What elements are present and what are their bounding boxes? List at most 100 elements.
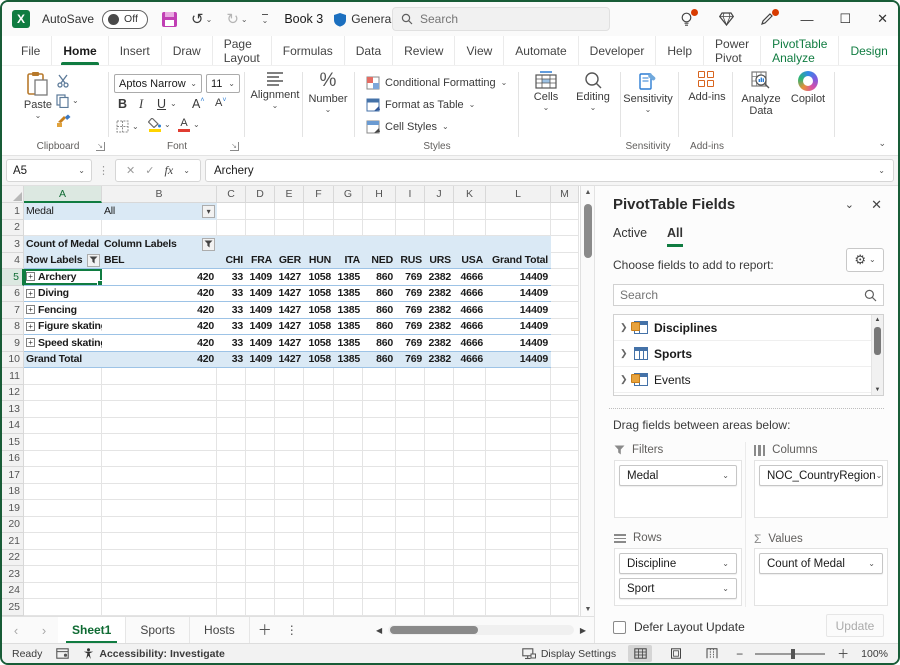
- zoom-in-button[interactable]: ＋: [837, 645, 849, 662]
- cell-F13[interactable]: [304, 401, 334, 418]
- undo-button[interactable]: ↺⌄: [191, 10, 212, 28]
- values-area-box[interactable]: Count of Medal⌄: [754, 548, 888, 606]
- cell-J21[interactable]: [425, 533, 454, 550]
- cell-A24[interactable]: [24, 583, 102, 600]
- zoom-slider-thumb[interactable]: [791, 649, 795, 659]
- cell-D8[interactable]: 1409: [246, 319, 275, 336]
- cell-A6[interactable]: +Diving: [24, 286, 102, 303]
- cell-B5[interactable]: 420: [102, 269, 217, 286]
- field-expand-chevron-icon[interactable]: ❯: [620, 374, 628, 385]
- cells-button[interactable]: Cells ⌄: [526, 71, 566, 111]
- new-sheet-button[interactable]: ＋: [250, 617, 280, 643]
- editing-button[interactable]: Editing ⌄: [570, 71, 616, 111]
- sheet-tab-hosts[interactable]: Hosts: [190, 617, 250, 643]
- cell-F16[interactable]: [304, 451, 334, 468]
- cell-I19[interactable]: [396, 500, 425, 517]
- pane-close-icon[interactable]: ✕: [871, 197, 882, 213]
- cell-G5[interactable]: 1385: [334, 269, 363, 286]
- cell-F25[interactable]: [304, 599, 334, 616]
- cell-B6[interactable]: 420: [102, 286, 217, 303]
- field-list-scrollbar[interactable]: ▲ ▼: [871, 315, 883, 395]
- cell-F1[interactable]: [304, 203, 334, 220]
- cell-J14[interactable]: [425, 418, 454, 435]
- cell-L17[interactable]: [486, 467, 551, 484]
- cell-G2[interactable]: [334, 220, 363, 237]
- chip-chevron-icon[interactable]: ⌄: [868, 561, 875, 567]
- addins-button[interactable]: Add-ins: [686, 71, 728, 103]
- analyze-data-button[interactable]: Analyze Data: [738, 71, 784, 117]
- expand-formula-bar-chevron-icon[interactable]: ⌄: [878, 168, 885, 174]
- cell-C23[interactable]: [217, 566, 246, 583]
- cell-J6[interactable]: 2382: [425, 286, 454, 303]
- cell-M9[interactable]: [551, 335, 579, 352]
- cell-H7[interactable]: 860: [363, 302, 396, 319]
- cell-L25[interactable]: [486, 599, 551, 616]
- cell-H24[interactable]: [363, 583, 396, 600]
- cell-G6[interactable]: 1385: [334, 286, 363, 303]
- cell-H23[interactable]: [363, 566, 396, 583]
- sensitivity-label[interactable]: General: [351, 12, 394, 26]
- sensitivity-button[interactable]: Sensitivity ⌄: [624, 71, 672, 113]
- field-chip-discipline[interactable]: Discipline⌄: [619, 553, 737, 574]
- cell-F4[interactable]: HUN: [304, 253, 334, 270]
- cell-G8[interactable]: 1385: [334, 319, 363, 336]
- cell-A18[interactable]: [24, 484, 102, 501]
- cancel-entry-icon[interactable]: ✕: [126, 164, 135, 177]
- filters-area-box[interactable]: Medal⌄: [614, 460, 742, 518]
- cell-E18[interactable]: [275, 484, 304, 501]
- field-expand-chevron-icon[interactable]: ❯: [620, 322, 628, 333]
- cell-L5[interactable]: 14409: [486, 269, 551, 286]
- cell-E9[interactable]: 1427: [275, 335, 304, 352]
- cell-M10[interactable]: [551, 352, 579, 369]
- decrease-font-button[interactable]: A˅: [215, 97, 226, 109]
- tab-review[interactable]: Review: [393, 36, 455, 65]
- cell-I6[interactable]: 769: [396, 286, 425, 303]
- col-header-J[interactable]: J: [425, 186, 454, 203]
- row-header-6[interactable]: 6: [2, 286, 24, 303]
- cell-G23[interactable]: [334, 566, 363, 583]
- cell-D12[interactable]: [246, 385, 275, 402]
- row-header-8[interactable]: 8: [2, 319, 24, 336]
- cell-H2[interactable]: [363, 220, 396, 237]
- row-header-18[interactable]: 18: [2, 484, 24, 501]
- cell-J20[interactable]: [425, 517, 454, 534]
- cell-K7[interactable]: 4666: [454, 302, 486, 319]
- cell-A11[interactable]: [24, 368, 102, 385]
- cell-G19[interactable]: [334, 500, 363, 517]
- cell-I20[interactable]: [396, 517, 425, 534]
- cell-D1[interactable]: [246, 203, 275, 220]
- pane-options-chevron-icon[interactable]: ⌄: [845, 198, 854, 211]
- cell-A10[interactable]: Grand Total: [24, 352, 102, 369]
- cell-G25[interactable]: [334, 599, 363, 616]
- cell-D6[interactable]: 1409: [246, 286, 275, 303]
- cell-G14[interactable]: [334, 418, 363, 435]
- redo-chevron-icon[interactable]: ⌄: [241, 15, 248, 24]
- col-header-I[interactable]: I: [396, 186, 425, 203]
- tab-design[interactable]: Design: [839, 36, 899, 65]
- cell-E3[interactable]: [275, 236, 304, 253]
- cell-K17[interactable]: [454, 467, 486, 484]
- expand-icon[interactable]: +: [26, 305, 35, 314]
- cell-L13[interactable]: [486, 401, 551, 418]
- cell-B3[interactable]: Column Labels: [102, 236, 217, 253]
- cell-D24[interactable]: [246, 583, 275, 600]
- column-labels-filter-icon[interactable]: [202, 238, 215, 251]
- cell-K4[interactable]: USA: [454, 253, 486, 270]
- cell-I8[interactable]: 769: [396, 319, 425, 336]
- cell-F9[interactable]: 1058: [304, 335, 334, 352]
- format-painter-button[interactable]: [56, 114, 71, 128]
- cell-K8[interactable]: 4666: [454, 319, 486, 336]
- cell-B7[interactable]: 420: [102, 302, 217, 319]
- cell-K9[interactable]: 4666: [454, 335, 486, 352]
- clipboard-dialog-launcher-icon[interactable]: [96, 142, 105, 151]
- cell-A15[interactable]: [24, 434, 102, 451]
- italic-button[interactable]: I: [139, 97, 143, 112]
- macro-record-icon[interactable]: [56, 648, 69, 659]
- cell-M6[interactable]: [551, 286, 579, 303]
- undo-chevron-icon[interactable]: ⌄: [206, 15, 213, 24]
- cell-K2[interactable]: [454, 220, 486, 237]
- cell-L4[interactable]: Grand Total: [486, 253, 551, 270]
- chip-chevron-icon[interactable]: ⌄: [722, 561, 729, 567]
- col-header-F[interactable]: F: [304, 186, 334, 203]
- cell-B21[interactable]: [102, 533, 217, 550]
